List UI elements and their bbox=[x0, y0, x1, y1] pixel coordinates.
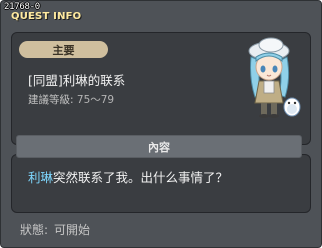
content-message: 突然联系了我。出什么事情了？ bbox=[53, 170, 229, 185]
quest-status: 狀態: 可開始 bbox=[20, 221, 90, 238]
level-range: 75～79 bbox=[76, 94, 115, 106]
content-text: 利琳突然联系了我。出什么事情了？ bbox=[28, 167, 228, 186]
quest-category-badge: 主要 bbox=[19, 41, 108, 58]
quest-name: [同盟]利琳的联系 bbox=[28, 73, 126, 88]
quest-info-window: 21768-0 QUEST INFO 主要 [同盟]利琳的联系 建議等級: 75… bbox=[0, 0, 322, 248]
status-value: 可開始 bbox=[54, 223, 91, 237]
window-title: QUEST INFO bbox=[11, 11, 82, 22]
npc-name: 利琳 bbox=[28, 170, 54, 185]
npc-portrait-icon bbox=[248, 37, 301, 118]
level-label: 建議等級: bbox=[28, 94, 74, 106]
content-header: 內容 bbox=[16, 135, 302, 158]
quest-level: 建議等級: 75～79 bbox=[28, 92, 114, 107]
status-label: 狀態: bbox=[20, 223, 49, 237]
